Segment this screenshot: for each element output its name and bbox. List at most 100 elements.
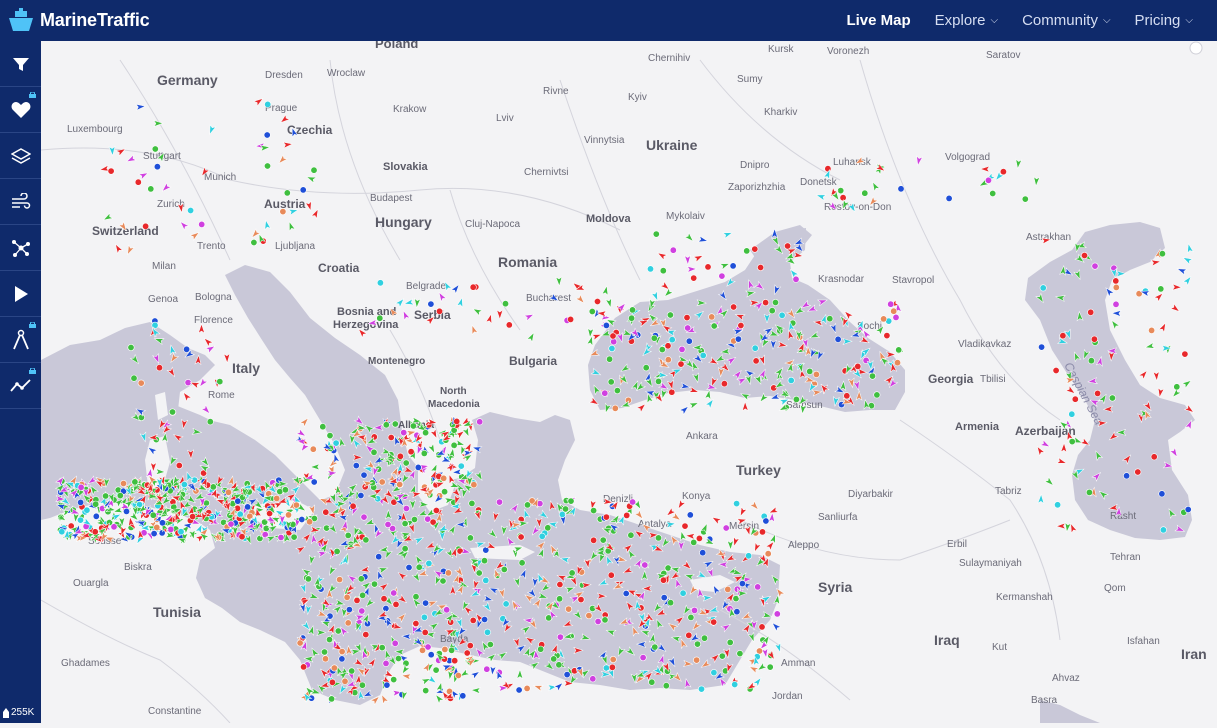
vessel-dot-icon[interactable] [1021, 195, 1029, 203]
vessel-dot-icon[interactable] [391, 420, 399, 428]
vessel-dot-icon[interactable] [1184, 505, 1192, 513]
vessel-dot-icon[interactable] [396, 480, 404, 488]
vessel-dot-icon[interactable] [556, 580, 564, 588]
vessel-dot-icon[interactable] [310, 166, 318, 174]
vessel-dot-icon[interactable] [422, 429, 430, 437]
vessel-dot-icon[interactable] [589, 675, 597, 683]
vessel-dot-icon[interactable] [483, 628, 491, 636]
vessel-dot-icon[interactable] [984, 176, 992, 184]
vessel-dot-icon[interactable] [159, 519, 167, 527]
vessel-dot-icon[interactable] [718, 272, 726, 280]
vessel-dot-icon[interactable] [658, 346, 666, 354]
vessel-dot-icon[interactable] [588, 604, 596, 612]
vessel-dot-icon[interactable] [861, 189, 869, 197]
vessel-dot-icon[interactable] [362, 631, 370, 639]
vessel-dot-icon[interactable] [304, 575, 312, 583]
vessel-dot-icon[interactable] [333, 547, 341, 555]
vessel-dot-icon[interactable] [724, 585, 732, 593]
vessel-dot-icon[interactable] [134, 178, 142, 186]
vessel-dot-icon[interactable] [1059, 332, 1067, 340]
vessel-dot-icon[interactable] [945, 194, 953, 202]
vessel-dot-icon[interactable] [629, 498, 637, 506]
vessel-dot-icon[interactable] [273, 494, 281, 502]
vessel-dot-icon[interactable] [325, 636, 333, 644]
vessel-dot-icon[interactable] [263, 162, 271, 170]
vessel-dot-icon[interactable] [642, 364, 650, 372]
vessel-dot-icon[interactable] [639, 654, 647, 662]
vessel-dot-icon[interactable] [238, 533, 246, 541]
vessel-dot-icon[interactable] [321, 655, 329, 663]
vessel-dot-icon[interactable] [407, 448, 415, 456]
vessel-dot-icon[interactable] [412, 619, 420, 627]
vessel-dot-icon[interactable] [401, 520, 409, 528]
vessel-dot-icon[interactable] [306, 518, 314, 526]
vessel-dot-icon[interactable] [664, 356, 672, 364]
vessel-dot-icon[interactable] [695, 534, 703, 542]
vessel-dot-icon[interactable] [787, 376, 795, 384]
vessel-dot-icon[interactable] [608, 344, 616, 352]
vessel-dot-icon[interactable] [469, 283, 477, 291]
vessel-dot-icon[interactable] [666, 311, 674, 319]
vessel-dot-icon[interactable] [380, 595, 388, 603]
vessel-dot-icon[interactable] [1112, 300, 1120, 308]
vessel-dot-icon[interactable] [382, 421, 390, 429]
vessel-dot-icon[interactable] [420, 613, 428, 621]
vessel-dot-icon[interactable] [659, 576, 667, 584]
vessel-dot-icon[interactable] [378, 478, 386, 486]
nav-community[interactable]: Community ⌵ [1022, 12, 1110, 29]
vessel-dot-icon[interactable] [602, 513, 610, 521]
vessel-dot-icon[interactable] [771, 298, 779, 306]
vessel-dot-icon[interactable] [175, 461, 183, 469]
analytics-button[interactable] [0, 363, 41, 409]
vessel-dot-icon[interactable] [523, 501, 531, 509]
vessel-dot-icon[interactable] [1150, 453, 1158, 461]
vessel-dot-icon[interactable] [334, 627, 342, 635]
vessel-dot-icon[interactable] [648, 678, 656, 686]
vessel-dot-icon[interactable] [296, 639, 304, 647]
vessel-dot-icon[interactable] [310, 478, 318, 486]
vessel-dot-icon[interactable] [1157, 285, 1165, 293]
vessel-dot-icon[interactable] [608, 663, 616, 671]
vessel-dot-icon[interactable] [555, 661, 563, 669]
vessel-dot-icon[interactable] [382, 659, 390, 667]
vessel-dot-icon[interactable] [392, 600, 400, 608]
vessel-dot-icon[interactable] [391, 639, 399, 647]
vessel-dot-icon[interactable] [590, 507, 598, 515]
vessel-dot-icon[interactable] [427, 300, 435, 308]
vessel-dot-icon[interactable] [383, 681, 391, 689]
vessel-dot-icon[interactable] [405, 563, 413, 571]
vessel-dot-icon[interactable] [999, 168, 1007, 176]
vessel-dot-icon[interactable] [332, 439, 340, 447]
vessel-dot-icon[interactable] [544, 524, 552, 532]
vessel-dot-icon[interactable] [450, 441, 458, 449]
vessel-dot-icon[interactable] [669, 246, 677, 254]
vessel-dot-icon[interactable] [607, 378, 615, 386]
filter-button[interactable] [0, 41, 41, 87]
vessel-dot-icon[interactable] [156, 364, 164, 372]
vessel-dot-icon[interactable] [147, 185, 155, 193]
vessel-dot-icon[interactable] [394, 654, 402, 662]
vessel-dot-icon[interactable] [425, 559, 433, 567]
vessel-dot-icon[interactable] [357, 491, 365, 499]
vessel-dot-icon[interactable] [556, 633, 564, 641]
vessel-dot-icon[interactable] [330, 664, 338, 672]
vessel-dot-icon[interactable] [358, 607, 366, 615]
vessel-dot-icon[interactable] [710, 322, 718, 330]
vessel-dot-icon[interactable] [362, 536, 370, 544]
vessel-dot-icon[interactable] [418, 646, 426, 654]
vessel-dot-icon[interactable] [693, 656, 701, 664]
vessel-dot-icon[interactable] [1123, 472, 1131, 480]
vessel-dot-icon[interactable] [216, 378, 224, 386]
vessel-dot-icon[interactable] [1158, 490, 1166, 498]
vessel-dot-icon[interactable] [338, 648, 346, 656]
vessel-dot-icon[interactable] [463, 649, 471, 657]
vessel-dot-icon[interactable] [409, 422, 417, 430]
vessel-dot-icon[interactable] [567, 315, 575, 323]
vessel-dot-icon[interactable] [360, 471, 368, 479]
vessel-dot-icon[interactable] [628, 314, 636, 322]
vessel-dot-icon[interactable] [868, 372, 876, 380]
vessel-dot-icon[interactable] [601, 616, 609, 624]
vessel-dot-icon[interactable] [432, 506, 440, 514]
vessel-dot-icon[interactable] [298, 515, 306, 523]
vessel-dot-icon[interactable] [652, 230, 660, 238]
